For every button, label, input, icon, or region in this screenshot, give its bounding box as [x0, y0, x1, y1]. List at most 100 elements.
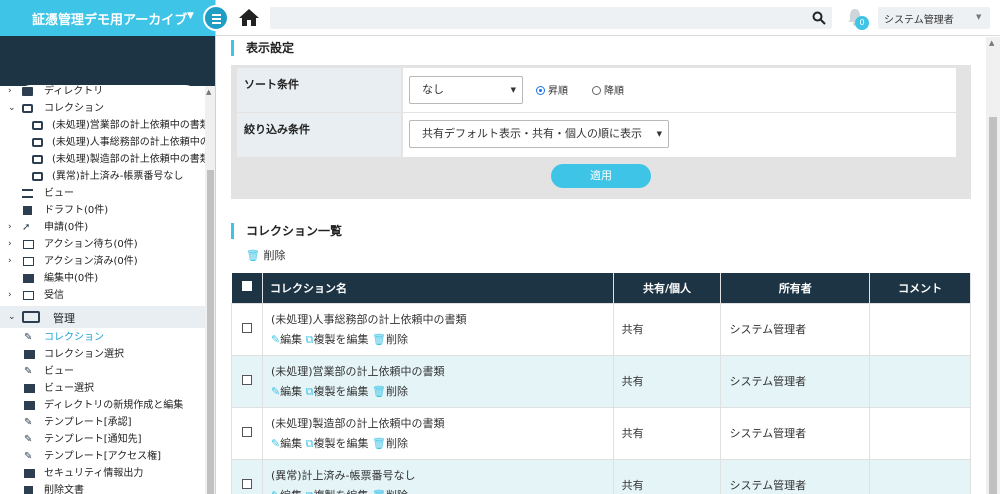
hamburger-menu-button[interactable] — [203, 5, 229, 31]
tree-item-collection-sales[interactable]: (未処理)営業部の計上依頼中の書類 — [0, 117, 205, 134]
delete-link[interactable]: 削除 — [386, 437, 408, 450]
tree-item-application[interactable]: › ➚ 申請(0件) — [0, 219, 205, 236]
tree-item-admin[interactable]: ⌄ 管理 — [0, 306, 205, 328]
radio-icon — [592, 86, 601, 95]
column-header-owner[interactable]: 所有者 — [720, 273, 871, 303]
chevron-right-icon[interactable]: › — [8, 253, 18, 270]
tree-item-received[interactable]: › 受信 — [0, 287, 205, 304]
bulk-delete-button[interactable]: 🗑 削除 — [246, 247, 285, 263]
table-row: (未処理)営業部の計上依頼中の書類 ✎編集 ⧉複製を編集 🗑削除 共有 システム… — [231, 354, 971, 408]
tree-item-view[interactable]: ビュー — [0, 185, 205, 202]
main-scrollbar-thumb[interactable] — [989, 117, 997, 494]
tree-item-label: コレクション — [44, 103, 104, 114]
row-checkbox[interactable] — [241, 374, 252, 385]
edit-link[interactable]: 編集 — [280, 385, 302, 398]
collection-name: (異常)計上済み-帳票番号なし — [270, 469, 416, 482]
user-select[interactable]: システム管理者 ▼ — [878, 7, 990, 29]
apply-button[interactable]: 適用 — [551, 164, 651, 188]
filter-select[interactable]: 共有デフォルト表示・共有・個人の順に表示 ▼ — [409, 120, 669, 148]
row-name-cell: (未処理)人事総務部の計上依頼中の書類 ✎編集 ⧉複製を編集 🗑削除 — [261, 302, 614, 356]
tree-item-draft[interactable]: ドラフト(0件) — [0, 202, 205, 219]
row-name-cell: (未処理)製造部の計上依頼中の書類 ✎編集 ⧉複製を編集 🗑削除 — [261, 406, 614, 460]
archive-title[interactable]: 証憑管理デモ用アーカイブ — [32, 9, 187, 28]
scroll-up-icon[interactable]: ▲ — [989, 39, 994, 47]
chevron-right-icon[interactable]: › — [8, 236, 18, 253]
brand-bar[interactable]: 証憑管理デモ用アーカイブ ▼ — [0, 0, 215, 36]
scroll-up-icon[interactable]: ▲ — [206, 88, 211, 96]
sort-asc-radio[interactable]: 昇順 — [536, 82, 568, 97]
chevron-right-icon[interactable]: › — [8, 287, 18, 304]
tree-item-label: アクション済み(0件) — [44, 256, 138, 267]
delete-link[interactable]: 削除 — [386, 385, 408, 398]
trash-icon: 🗑 — [372, 489, 386, 494]
tree-item-template-approval[interactable]: ✎ テンプレート[承認] — [0, 414, 205, 431]
tree-item-admin-collection-select[interactable]: コレクション選択 — [0, 346, 205, 363]
tree-item-admin-collection[interactable]: ✎ コレクション — [0, 329, 205, 346]
sort-desc-radio[interactable]: 降順 — [592, 82, 624, 97]
tree-item-template-access[interactable]: ✎ テンプレート[アクセス権] — [0, 448, 205, 465]
bulk-delete-label: 削除 — [263, 249, 286, 262]
sort-select[interactable]: なし ▼ — [409, 76, 523, 104]
column-header-shared[interactable]: 共有/個人 — [613, 273, 722, 303]
select-all-checkbox[interactable] — [241, 281, 252, 292]
tree-item-label: (未処理)製造部の計上依頼中の書類 — [52, 154, 205, 165]
search-input[interactable] — [270, 7, 832, 29]
tree-item-collection-error[interactable]: (異常)計上済み-帳票番号なし — [0, 168, 205, 185]
tree-item-label: ディレクトリの新規作成と編集 — [44, 400, 184, 411]
edit-link[interactable]: 編集 — [280, 489, 302, 494]
column-header-name[interactable]: コレクション名 — [262, 273, 614, 303]
column-header-comment[interactable]: コメント — [869, 273, 971, 303]
copy-edit-link[interactable]: 複製を編集 — [314, 437, 369, 450]
row-checkbox[interactable] — [241, 478, 252, 489]
wrench-icon: ✎ — [24, 332, 33, 343]
chevron-right-icon[interactable]: › — [8, 219, 18, 236]
tree-item-label: 管理 — [53, 312, 75, 325]
notification-badge: 0 — [855, 16, 869, 30]
radio-selected-icon — [536, 86, 545, 95]
row-select-cell — [231, 406, 263, 460]
copy-edit-link[interactable]: 複製を編集 — [314, 489, 369, 494]
edit-link[interactable]: 編集 — [280, 437, 302, 450]
home-icon[interactable] — [238, 8, 260, 27]
row-checkbox[interactable] — [241, 426, 252, 437]
document-icon — [23, 206, 32, 215]
tree-item-security-export[interactable]: セキュリティ情報出力 — [0, 465, 205, 482]
tree-item-admin-view-select[interactable]: ビュー選択 — [0, 380, 205, 397]
tree-item-editing[interactable]: 編集中(0件) — [0, 270, 205, 287]
search-icon[interactable] — [812, 11, 826, 25]
tree-item-label: 申請(0件) — [44, 222, 89, 233]
sidebar-scrollbar-thumb[interactable] — [207, 170, 214, 494]
tree-item-deleted-documents[interactable]: 削除文書 — [0, 482, 205, 494]
sort-desc-label: 降順 — [604, 86, 624, 97]
main-scrollbar[interactable]: ▲ — [986, 37, 1000, 494]
trash-icon — [24, 486, 33, 494]
wrench-icon: ✎ — [24, 451, 33, 462]
pencil-icon: ✎ — [270, 437, 281, 450]
tree-item-directory[interactable]: › ディレクトリ — [0, 83, 205, 100]
tree-item-collection-manufacturing[interactable]: (未処理)製造部の計上依頼中の書類 — [0, 151, 205, 168]
trash-icon: 🗑 — [372, 333, 386, 346]
copy-edit-link[interactable]: 複製を編集 — [314, 333, 369, 346]
copy-edit-link[interactable]: 複製を編集 — [314, 385, 369, 398]
tree-item-template-notify[interactable]: ✎ テンプレート[通知先] — [0, 431, 205, 448]
inbox-icon — [32, 138, 43, 147]
delete-link[interactable]: 削除 — [386, 333, 408, 346]
tree-item-admin-view[interactable]: ✎ ビュー — [0, 363, 205, 380]
trash-icon: 🗑 — [246, 249, 260, 262]
main-content: 表示設定 ソート条件 なし ▼ 昇順 降順 絞り込み条件 共有デフォルト表示・共… — [216, 37, 986, 494]
tree-item-collection[interactable]: ⌄ コレクション — [0, 100, 205, 117]
chevron-down-icon[interactable]: ⌄ — [8, 100, 18, 117]
chevron-down-icon[interactable]: ⌄ — [8, 309, 18, 326]
sidebar-scrollbar[interactable]: ▲ — [205, 86, 215, 494]
row-checkbox[interactable] — [241, 322, 252, 333]
tree-item-admin-directory[interactable]: ディレクトリの新規作成と編集 — [0, 397, 205, 414]
tree-item-action-waiting[interactable]: › アクション待ち(0件) — [0, 236, 205, 253]
chevron-right-icon[interactable]: › — [8, 83, 18, 100]
tree-item-collection-hr[interactable]: (未処理)人事総務部の計上依頼中の — [0, 134, 205, 151]
row-comment-cell — [869, 302, 971, 356]
delete-link[interactable]: 削除 — [386, 489, 408, 494]
tree-item-action-done[interactable]: › アクション済み(0件) — [0, 253, 205, 270]
edit-link[interactable]: 編集 — [280, 333, 302, 346]
collection-name: (未処理)人事総務部の計上依頼中の書類 — [270, 313, 467, 326]
archive-dropdown-caret-icon[interactable]: ▼ — [187, 11, 194, 21]
